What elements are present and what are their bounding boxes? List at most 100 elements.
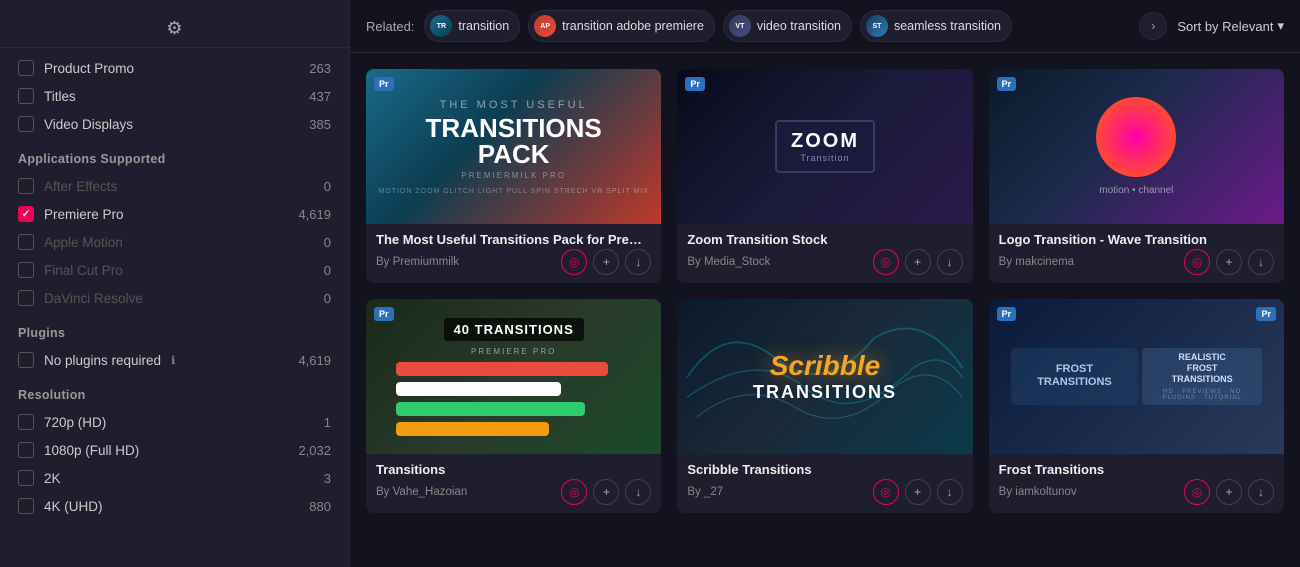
- pr-badge: Pr: [685, 77, 705, 91]
- filter-checkbox[interactable]: [18, 498, 34, 514]
- card-thumbnail: Scribble transitions: [677, 299, 972, 454]
- filter-checkbox[interactable]: [18, 352, 34, 368]
- download-button[interactable]: ↓: [625, 479, 651, 505]
- download-button[interactable]: ↓: [1248, 249, 1274, 275]
- card-info: Zoom Transition Stock By Media_Stock ◎ +…: [677, 224, 972, 283]
- filter-count: 0: [324, 235, 331, 250]
- bar: [396, 362, 609, 376]
- filter-row-category[interactable]: Titles 437: [0, 82, 349, 110]
- favorite-button[interactable]: ◎: [873, 249, 899, 275]
- card-info: Scribble Transitions By _27 ◎ + ↓: [677, 454, 972, 513]
- card-info: Transitions By Vahe_Hazoian ◎ + ↓: [366, 454, 661, 513]
- filter-row-plugin[interactable]: No plugins required ℹ 4,619: [0, 346, 349, 374]
- tag-avatar-inner: ST: [866, 15, 888, 37]
- card[interactable]: Pr ZOOM Transition Zoom Transition Stock…: [677, 69, 972, 283]
- sort-control[interactable]: Sort by Relevant ▾: [1177, 18, 1284, 34]
- download-button[interactable]: ↓: [1248, 479, 1274, 505]
- related-chevron-btn[interactable]: ›: [1139, 12, 1167, 40]
- filter-label: Final Cut Pro: [44, 263, 123, 278]
- download-button[interactable]: ↓: [625, 249, 651, 275]
- filter-count: 385: [309, 117, 331, 132]
- related-tags: TR transition AP transition adobe premie…: [424, 10, 1129, 42]
- card-info: The Most Useful Transitions Pack for Pre…: [366, 224, 661, 283]
- card-author-row: By Vahe_Hazoian ◎ + ↓: [376, 479, 651, 505]
- card[interactable]: Pr motion • channel Logo Transition - Wa…: [989, 69, 1284, 283]
- filter-row-resolution[interactable]: 1080p (Full HD) 2,032: [0, 436, 349, 464]
- filter-label: DaVinci Resolve: [44, 291, 143, 306]
- card[interactable]: Pr Pr FROSTTRANSITIONS REALISTICFROSTTRA…: [989, 299, 1284, 513]
- filter-row-application[interactable]: Premiere Pro 4,619: [0, 200, 349, 228]
- filter-left: 4K (UHD): [18, 498, 103, 514]
- filter-checkbox[interactable]: [18, 60, 34, 76]
- card-author: By _27: [687, 486, 723, 498]
- favorite-button[interactable]: ◎: [561, 479, 587, 505]
- filter-label: 720p (HD): [44, 415, 106, 430]
- related-label: Related:: [366, 19, 414, 34]
- cards-grid: Pr THE MOST USEFUL TRANSITIONSPACK PREMI…: [350, 53, 1300, 529]
- filter-checkbox[interactable]: [18, 470, 34, 486]
- related-tag[interactable]: VT video transition: [723, 10, 852, 42]
- add-to-collection-button[interactable]: +: [1216, 479, 1242, 505]
- card-actions: ◎ + ↓: [561, 479, 651, 505]
- pr-badge: Pr: [374, 307, 394, 321]
- download-button[interactable]: ↓: [937, 479, 963, 505]
- favorite-button[interactable]: ◎: [873, 479, 899, 505]
- tag-text: video transition: [757, 19, 841, 33]
- filter-left: 720p (HD): [18, 414, 106, 430]
- add-to-collection-button[interactable]: +: [1216, 249, 1242, 275]
- filter-left: Premiere Pro: [18, 206, 124, 222]
- filter-row-category[interactable]: Product Promo 263: [0, 54, 349, 82]
- card-author: By makcinema: [999, 256, 1074, 268]
- filter-row-resolution[interactable]: 2K 3: [0, 464, 349, 492]
- filter-row-category[interactable]: Video Displays 385: [0, 110, 349, 138]
- filter-checkbox[interactable]: [18, 234, 34, 250]
- filter-checkbox[interactable]: [18, 442, 34, 458]
- filter-checkbox[interactable]: [18, 88, 34, 104]
- add-to-collection-button[interactable]: +: [905, 249, 931, 275]
- filter-left: 2K: [18, 470, 61, 486]
- filter-icon-bar: ⚙: [0, 10, 349, 48]
- download-button[interactable]: ↓: [937, 249, 963, 275]
- related-tag[interactable]: ST seamless transition: [860, 10, 1012, 42]
- zoom-title: ZOOM: [791, 130, 859, 153]
- thumb-pre-text: THE MOST USEFUL: [440, 99, 588, 111]
- add-to-collection-button[interactable]: +: [593, 249, 619, 275]
- filter-row-application[interactable]: Apple Motion 0: [0, 228, 349, 256]
- filter-row-resolution[interactable]: 720p (HD) 1: [0, 408, 349, 436]
- filter-row-application[interactable]: DaVinci Resolve 0: [0, 284, 349, 312]
- filter-left: Final Cut Pro: [18, 262, 123, 278]
- tag-avatar: ST: [866, 15, 888, 37]
- add-to-collection-button[interactable]: +: [905, 479, 931, 505]
- filter-checkbox[interactable]: [18, 290, 34, 306]
- frost-right-title: REALISTICFROSTTRANSITIONS: [1172, 352, 1233, 384]
- filter-checkbox[interactable]: [18, 206, 34, 222]
- related-tag[interactable]: AP transition adobe premiere: [528, 10, 715, 42]
- card-title: Transitions: [376, 462, 651, 477]
- filter-checkbox[interactable]: [18, 262, 34, 278]
- favorite-button[interactable]: ◎: [561, 249, 587, 275]
- filter-row-application[interactable]: After Effects 0: [0, 172, 349, 200]
- filter-checkbox[interactable]: [18, 116, 34, 132]
- favorite-button[interactable]: ◎: [1184, 249, 1210, 275]
- card[interactable]: Scribble transitions Scribble Transition…: [677, 299, 972, 513]
- filter-row-resolution[interactable]: 4K (UHD) 880: [0, 492, 349, 520]
- filter-count: 0: [324, 263, 331, 278]
- filter-count: 0: [324, 179, 331, 194]
- favorite-button[interactable]: ◎: [1184, 479, 1210, 505]
- filter-icon: ⚙: [166, 18, 182, 39]
- card-actions: ◎ + ↓: [1184, 479, 1274, 505]
- tag-avatar-inner: VT: [729, 15, 751, 37]
- filter-checkbox[interactable]: [18, 178, 34, 194]
- card-thumbnail: Pr ZOOM Transition: [677, 69, 972, 224]
- thumb-bars-content: 40 TRANSITIONS PREMIERE PRO: [366, 299, 661, 454]
- card-title: Logo Transition - Wave Transition: [999, 232, 1274, 247]
- frost-left-title: FROSTTRANSITIONS: [1037, 363, 1112, 389]
- tag-avatar: VT: [729, 15, 751, 37]
- add-to-collection-button[interactable]: +: [593, 479, 619, 505]
- filter-row-application[interactable]: Final Cut Pro 0: [0, 256, 349, 284]
- card[interactable]: Pr THE MOST USEFUL TRANSITIONSPACK PREMI…: [366, 69, 661, 283]
- filter-checkbox[interactable]: [18, 414, 34, 430]
- card[interactable]: Pr 40 TRANSITIONS PREMIERE PRO Transitio…: [366, 299, 661, 513]
- related-tag[interactable]: TR transition: [424, 10, 520, 42]
- card-author: By Media_Stock: [687, 256, 770, 268]
